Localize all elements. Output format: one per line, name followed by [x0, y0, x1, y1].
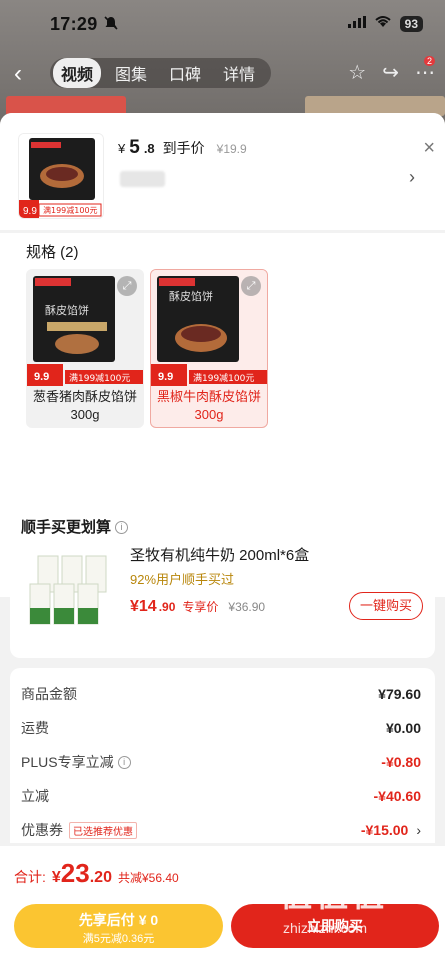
- pay-later-label: 先享后付 ¥ 0: [78, 912, 159, 928]
- addon-name[interactable]: 圣牧有机纯牛奶 200ml*6盒: [130, 544, 309, 565]
- watermark-logo: 值值值: [280, 877, 389, 913]
- chevron-right-icon[interactable]: ›: [409, 167, 415, 188]
- signal-icon: [347, 15, 366, 33]
- addon-title: 顺手买更划算 i: [21, 516, 129, 537]
- spec-option-beef[interactable]: 酥皮馅饼 9.9 满199减100元 ⤢ 黑椒牛肉酥皮馅饼 300g: [150, 269, 268, 428]
- tab-reviews[interactable]: 口碑: [161, 58, 209, 88]
- one-click-buy-button[interactable]: 一键购买: [349, 592, 423, 620]
- info-icon[interactable]: i: [117, 755, 131, 769]
- tab-gallery[interactable]: 图集: [107, 58, 155, 88]
- summary-row-plus: PLUS专享立减 i -¥0.80: [21, 752, 421, 772]
- svg-text:酥皮馅饼: 酥皮馅饼: [45, 303, 89, 317]
- summary-row-coupon[interactable]: 优惠券 已选推荐优惠 -¥15.00 ›: [21, 820, 421, 840]
- top-nav: ‹ 视频 图集 口碑 详情 ☆ ↪ ⋯ 2: [0, 56, 445, 90]
- price-integer: 5: [129, 137, 140, 158]
- expand-icon[interactable]: ⤢: [241, 276, 261, 296]
- addon-price: ¥14.90 专享价 ¥36.90: [130, 598, 265, 616]
- product-thumbnail[interactable]: 9.9 满199减100元: [18, 133, 104, 219]
- price-tag: 到手价: [162, 140, 205, 156]
- total-saved: 共减¥56.40: [117, 871, 179, 885]
- share-icon[interactable]: ↪: [382, 60, 399, 85]
- notification-badge: 2: [423, 56, 435, 66]
- addon-price-dec: .90: [158, 600, 176, 614]
- chevron-right-icon[interactable]: ›: [416, 822, 421, 838]
- svg-text:满199减100元: 满199减100元: [193, 372, 254, 384]
- spec-label: 葱香猪肉酥皮馅饼 300g: [32, 389, 137, 422]
- addon-title-text: 顺手买更划算: [21, 519, 112, 536]
- summary-row-discount: 立减 -¥40.60: [21, 786, 421, 806]
- price-decimal: .8: [143, 141, 155, 156]
- addon-price-tag: 专享价: [182, 600, 219, 614]
- summary-label: PLUS专享立减: [21, 754, 114, 770]
- mute-icon: [103, 15, 118, 33]
- summary-value: -¥0.80: [381, 754, 421, 770]
- currency-symbol: ¥: [118, 141, 126, 156]
- media-tabs: 视频 图集 口碑 详情: [50, 58, 272, 88]
- price-line: ¥5.8 到手价 ¥19.9: [118, 137, 247, 159]
- milk-product-image[interactable]: [24, 546, 118, 630]
- summary-row-shipping: 运费 ¥0.00: [21, 718, 421, 738]
- total-decimal: .20: [89, 869, 112, 886]
- svg-text:9.9: 9.9: [34, 371, 49, 383]
- sheet-header: 9.9 满199减100元 ¥5.8 到手价 ¥19.9 › ×: [0, 113, 445, 230]
- addon-orig-price: ¥36.90: [228, 600, 266, 614]
- summary-label: 运费: [21, 720, 49, 736]
- watermark-url: zhizhizhi.com: [283, 920, 368, 936]
- expand-icon[interactable]: ⤢: [117, 276, 137, 296]
- favorite-star-icon[interactable]: ☆: [348, 60, 366, 85]
- wifi-icon: [374, 15, 392, 33]
- coupon-badge: 已选推荐优惠: [69, 821, 137, 839]
- info-icon[interactable]: i: [115, 521, 129, 534]
- order-summary: 商品金额 ¥79.60 运费 ¥0.00 PLUS专享立减 i -¥0.80 立…: [10, 668, 435, 843]
- pay-later-button[interactable]: 先享后付 ¥ 0 满5元减0.36元: [14, 904, 223, 948]
- pay-later-sublabel: 满5元减0.36元: [82, 933, 155, 945]
- status-time: 17:29: [50, 13, 98, 34]
- tab-details[interactable]: 详情: [215, 58, 263, 88]
- svg-text:9.9: 9.9: [23, 206, 37, 217]
- summary-row-subtotal: 商品金额 ¥79.60: [21, 684, 421, 704]
- original-price: ¥19.9: [216, 142, 247, 156]
- total-yen: ¥: [51, 869, 61, 886]
- summary-label: 立减: [21, 788, 49, 804]
- spec-title: 规格 (2): [26, 244, 79, 261]
- total-label: 合计:: [14, 869, 46, 885]
- svg-text:9.9: 9.9: [158, 371, 173, 383]
- summary-label: 商品金额: [21, 686, 77, 702]
- purchase-sheet: 9.9 满199减100元 ¥5.8 到手价 ¥19.9 › × 规格 (2) …: [0, 113, 445, 956]
- summary-label: 优惠券: [21, 822, 63, 838]
- addon-popularity: 92%用户顺手买过: [130, 572, 235, 587]
- battery-indicator: 93: [399, 16, 423, 32]
- total-integer: 23: [60, 858, 90, 888]
- svg-text:酥皮馅饼: 酥皮馅饼: [169, 289, 213, 303]
- spec-label: 黑椒牛肉酥皮馅饼 300g: [156, 389, 261, 422]
- svg-text:满199减100元: 满199减100元: [69, 372, 130, 384]
- back-icon[interactable]: ‹: [14, 60, 22, 88]
- blurred-text: [120, 171, 165, 187]
- summary-value: -¥15.00: [360, 822, 409, 838]
- more-icon[interactable]: ⋯ 2: [415, 56, 435, 85]
- summary-value: ¥79.60: [378, 686, 421, 702]
- status-bar: 17:29 93: [0, 0, 445, 48]
- summary-value: ¥0.00: [385, 720, 421, 736]
- tab-video[interactable]: 视频: [53, 58, 102, 88]
- addon-section: 顺手买更划算 i 圣牧有机纯牛奶 200ml*6盒 92%用户顺手买过 ¥14.9…: [10, 502, 435, 658]
- svg-text:满199减100元: 满199减100元: [43, 205, 98, 215]
- addon-price-int: ¥14: [130, 598, 157, 615]
- close-icon[interactable]: ×: [423, 137, 435, 160]
- spec-option-pork[interactable]: 酥皮馅饼 9.9 满199减100元 ⤢ 葱香猪肉酥皮馅饼 300g: [26, 269, 144, 428]
- nav-actions: ☆ ↪ ⋯ 2: [348, 56, 435, 85]
- summary-value: -¥40.60: [373, 788, 421, 804]
